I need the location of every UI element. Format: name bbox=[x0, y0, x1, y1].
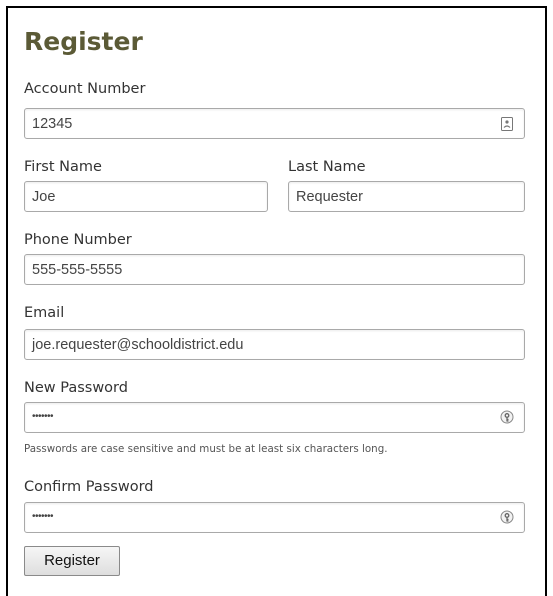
account-number-field[interactable]: 12345 bbox=[24, 108, 525, 139]
phone-number-field[interactable]: 555-555-5555 bbox=[24, 254, 525, 285]
email-label: Email bbox=[24, 305, 65, 321]
last-name-value: Requester bbox=[296, 189, 363, 205]
last-name-field[interactable]: Requester bbox=[288, 181, 525, 212]
page-title: Register bbox=[24, 27, 143, 56]
account-number-label: Account Number bbox=[24, 81, 146, 97]
password-key-icon[interactable] bbox=[499, 510, 515, 526]
first-name-value: Joe bbox=[32, 189, 56, 205]
confirm-password-value: ••••••• bbox=[32, 511, 54, 522]
account-number-value: 12345 bbox=[32, 116, 73, 132]
first-name-label: First Name bbox=[24, 159, 102, 175]
new-password-label: New Password bbox=[24, 380, 128, 396]
phone-number-label: Phone Number bbox=[24, 232, 132, 248]
first-name-field[interactable]: Joe bbox=[24, 181, 268, 212]
phone-number-value: 555-555-5555 bbox=[32, 262, 123, 278]
email-value: joe.requester@schooldistrict.edu bbox=[32, 337, 244, 353]
password-hint: Passwords are case sensitive and must be… bbox=[24, 443, 388, 455]
register-button[interactable]: Register bbox=[24, 546, 120, 576]
last-name-label: Last Name bbox=[288, 159, 366, 175]
new-password-value: ••••••• bbox=[32, 411, 54, 422]
password-key-icon[interactable] bbox=[499, 410, 515, 426]
new-password-field[interactable]: ••••••• bbox=[24, 402, 525, 433]
contact-card-icon[interactable] bbox=[499, 116, 515, 132]
confirm-password-label: Confirm Password bbox=[24, 479, 154, 495]
confirm-password-field[interactable]: ••••••• bbox=[24, 502, 525, 533]
email-field[interactable]: joe.requester@schooldistrict.edu bbox=[24, 329, 525, 360]
